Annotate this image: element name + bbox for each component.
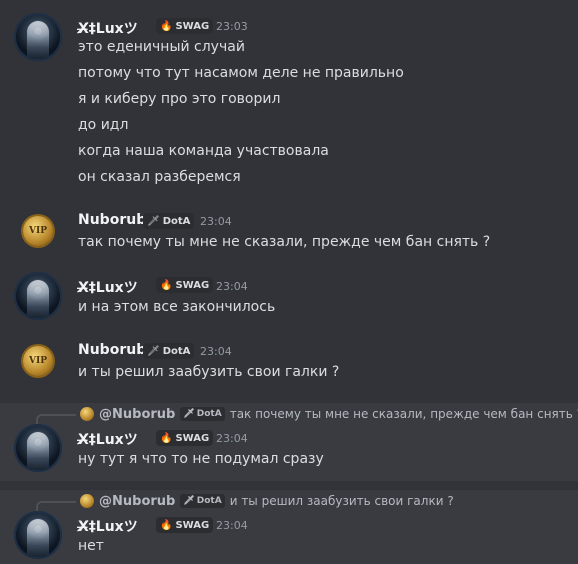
fire-icon: 🔥	[160, 432, 173, 444]
timestamp: 23:04	[216, 519, 248, 532]
message-text: это еденичный случай	[78, 39, 245, 55]
vip-coin-icon: VIP	[23, 216, 53, 246]
timestamp: 23:04	[200, 215, 232, 228]
reply-avatar-icon	[80, 407, 94, 421]
username-lux[interactable]: X̸̶̸‡Luxツ	[78, 18, 138, 38]
username-lux[interactable]: X̸̶̸‡Luxツ	[78, 516, 138, 536]
message-text: и на этом все закончилось	[78, 299, 276, 315]
message-text: когда наша команда участвовала	[78, 143, 329, 159]
server-tag-swag[interactable]: 🔥 SWAG	[156, 517, 214, 533]
avatar-nuborub[interactable]: VIP	[14, 207, 62, 255]
message-text: потому что тут насамом деле не правильно	[78, 65, 404, 81]
timestamp: 23:04	[200, 345, 232, 358]
username-nuborub[interactable]: Nuborub	[78, 212, 146, 228]
vip-coin-icon: VIP	[23, 346, 53, 376]
server-tag-swag[interactable]: 🔥 SWAG	[156, 430, 214, 446]
message-text: нет	[78, 538, 104, 554]
avatar-nuborub[interactable]: VIP	[14, 337, 62, 385]
reply-preview[interactable]: @Nuborub 🗡 DotA и ты решил заабузить сво…	[80, 492, 454, 510]
username-lux[interactable]: X̸̶̸‡Luxツ	[78, 429, 138, 449]
fire-icon: 🔥	[160, 519, 173, 531]
username-lux[interactable]: X̸̶̸‡Luxツ	[78, 277, 138, 297]
chat-message-list: X̸̶̸‡Luxツ 🔥 SWAG 23:03 это еденичный слу…	[0, 0, 578, 564]
sword-icon: 🗡	[147, 345, 160, 357]
fire-icon: 🔥	[160, 279, 173, 291]
message-text: так почему ты мне не сказали, прежде чем…	[78, 234, 491, 250]
reply-server-tag: 🗡 DotA	[180, 494, 225, 508]
server-tag-swag[interactable]: 🔥 SWAG	[156, 18, 214, 34]
sword-icon: 🗡	[183, 409, 195, 419]
message-text: до идл	[78, 117, 129, 133]
reply-text: и ты решил заабузить свои галки ?	[229, 494, 454, 508]
fire-icon: 🔥	[160, 20, 173, 32]
timestamp: 23:04	[216, 280, 248, 293]
timestamp: 23:04	[216, 432, 248, 445]
timestamp: 23:03	[216, 20, 248, 33]
reply-text: так почему ты мне не сказали, прежде чем…	[229, 407, 578, 421]
sword-icon: 🗡	[147, 215, 160, 227]
username-nuborub[interactable]: Nuborub	[78, 342, 146, 358]
message-text: и ты решил заабузить свои галки ?	[78, 364, 340, 380]
reply-username[interactable]: @Nuborub	[99, 407, 175, 422]
message-text: ну тут я что то не подумал сразу	[78, 451, 324, 467]
avatar-lux[interactable]	[14, 272, 62, 320]
reply-server-tag: 🗡 DotA	[180, 407, 225, 421]
server-tag-dota[interactable]: 🗡 DotA	[143, 343, 195, 359]
reply-preview[interactable]: @Nuborub 🗡 DotA так почему ты мне не ска…	[80, 405, 578, 423]
server-tag-swag[interactable]: 🔥 SWAG	[156, 277, 214, 293]
avatar-lux[interactable]	[14, 511, 62, 559]
reply-username[interactable]: @Nuborub	[99, 494, 175, 509]
message-text: я и киберу про это говорил	[78, 91, 281, 107]
server-tag-dota[interactable]: 🗡 DotA	[143, 213, 195, 229]
reply-avatar-icon	[80, 494, 94, 508]
avatar-lux[interactable]	[14, 13, 62, 61]
sword-icon: 🗡	[183, 496, 195, 506]
avatar-lux[interactable]	[14, 424, 62, 472]
message-text: он сказал разберемся	[78, 169, 241, 185]
